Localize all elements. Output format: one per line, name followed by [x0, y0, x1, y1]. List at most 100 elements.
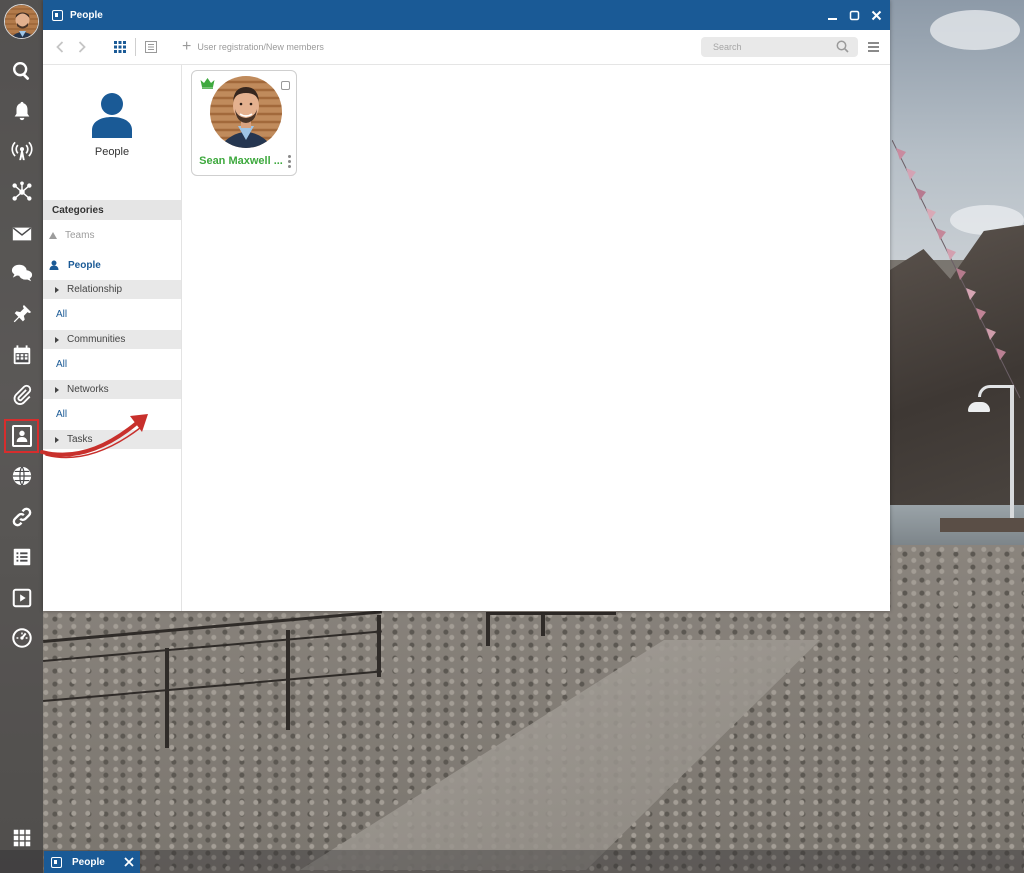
expand-arrow-icon — [55, 386, 59, 393]
app-dock — [0, 0, 43, 873]
mail-icon — [12, 227, 31, 241]
minimize-button[interactable] — [826, 9, 838, 21]
more-options-button[interactable] — [288, 155, 291, 168]
search-icon[interactable] — [836, 40, 849, 56]
filter-communities-all[interactable]: All — [43, 349, 181, 380]
sidebar-item-label: Teams — [65, 229, 95, 241]
people-grid: Sean Maxwell ... — [191, 70, 297, 176]
dock-links[interactable] — [0, 497, 43, 537]
person-avatar — [210, 76, 282, 148]
group-networks[interactable]: Networks — [43, 380, 181, 399]
wallpaper-railing — [486, 612, 616, 615]
maximize-button[interactable] — [848, 9, 860, 21]
gauge-icon — [11, 628, 32, 648]
contacts-app-icon — [52, 9, 63, 21]
filter-relationship-all[interactable]: All — [43, 299, 181, 330]
chat-icon — [11, 264, 32, 282]
wallpaper-lamp-post — [1010, 385, 1014, 520]
grid-view-icon — [114, 41, 126, 53]
triangle-icon — [49, 231, 57, 239]
sidebar-item-teams[interactable]: Teams — [43, 220, 181, 250]
toolbar-divider — [135, 38, 136, 56]
close-button[interactable] — [870, 9, 882, 21]
person-name[interactable]: Sean Maxwell ... — [192, 155, 296, 167]
dock-contacts[interactable] — [0, 416, 43, 456]
taskbar-item-people[interactable]: People — [44, 851, 140, 873]
group-label: Relationship — [67, 284, 123, 295]
window-title: People — [70, 9, 103, 21]
bell-icon — [14, 101, 29, 121]
dock-calendar[interactable] — [0, 335, 43, 375]
back-button[interactable] — [53, 37, 67, 57]
dock-notifications[interactable] — [0, 91, 43, 131]
group-label: Networks — [67, 384, 109, 395]
active-highlight-frame — [4, 419, 39, 453]
paperclip-icon — [13, 384, 31, 405]
plus-icon: + — [182, 38, 192, 55]
section-title: People — [94, 146, 130, 158]
wallpaper-lamp-arm — [978, 385, 1012, 397]
play-icon — [12, 588, 31, 608]
wallpaper-railing-post — [541, 612, 545, 636]
taskbar-item-label: People — [72, 856, 105, 868]
dock-network[interactable] — [0, 172, 43, 212]
link-icon — [12, 507, 31, 527]
expand-arrow-icon — [55, 336, 59, 343]
wallpaper-pier — [940, 518, 1024, 532]
dock-dashboard[interactable] — [0, 618, 43, 658]
add-member-button[interactable]: + User registration/New members — [182, 39, 324, 55]
close-icon — [871, 10, 881, 20]
globe-icon — [12, 466, 31, 486]
dock-chat[interactable] — [0, 253, 43, 293]
dock-pins[interactable] — [0, 294, 43, 334]
taskbar-close-button[interactable] — [124, 855, 134, 870]
person-icon — [49, 260, 59, 270]
dock-web[interactable] — [0, 456, 43, 496]
group-relationship[interactable]: Relationship — [43, 280, 181, 299]
search-input[interactable] — [701, 37, 858, 57]
list-view-button[interactable] — [142, 37, 160, 57]
dock-attachments[interactable] — [0, 375, 43, 415]
select-checkbox[interactable] — [281, 81, 290, 90]
sidebar-item-people[interactable]: People — [43, 250, 181, 280]
wallpaper-railing-post — [486, 612, 490, 646]
group-communities[interactable]: Communities — [43, 330, 181, 349]
apps-grid-icon — [13, 829, 30, 847]
pin-icon — [13, 304, 31, 323]
person-icon — [92, 93, 132, 138]
search-icon — [12, 62, 29, 80]
chevron-left-icon — [56, 41, 64, 53]
minimize-icon — [827, 17, 837, 20]
forward-button[interactable] — [75, 37, 89, 57]
annotation-arrow — [40, 414, 148, 459]
group-label: Communities — [67, 334, 126, 345]
window-titlebar[interactable]: People — [43, 0, 890, 30]
hamburger-menu-button[interactable] — [868, 42, 879, 52]
taskbar — [0, 850, 1024, 873]
maximize-icon — [849, 10, 859, 20]
person-card[interactable]: Sean Maxwell ... — [191, 70, 297, 176]
wallpaper-railing-post — [286, 630, 290, 730]
dock-lists[interactable] — [0, 537, 43, 577]
window-toolbar: + User registration/New members — [43, 30, 890, 65]
chevron-right-icon — [78, 41, 86, 53]
wallpaper-railing-post — [165, 648, 169, 748]
category-sidebar: People Categories Teams People Relations… — [43, 65, 182, 611]
broadcast-icon — [10, 141, 33, 161]
wallpaper-railing-post — [377, 615, 381, 677]
dock-broadcast[interactable] — [0, 131, 43, 171]
dock-search[interactable] — [0, 51, 43, 91]
grid-view-button[interactable] — [111, 37, 129, 57]
list-view-icon — [145, 41, 157, 53]
dock-mail[interactable] — [0, 214, 43, 254]
dock-media[interactable] — [0, 578, 43, 618]
add-member-label: User registration/New members — [197, 42, 324, 52]
calendar-icon — [13, 345, 30, 365]
contacts-app-icon — [51, 856, 62, 868]
wallpaper-lamp-head — [968, 402, 990, 412]
wallpaper-prayer-flags — [892, 140, 1021, 399]
avatar[interactable] — [4, 4, 39, 39]
close-icon — [124, 856, 134, 867]
section-header: People — [43, 65, 181, 200]
crown-icon — [200, 78, 215, 89]
